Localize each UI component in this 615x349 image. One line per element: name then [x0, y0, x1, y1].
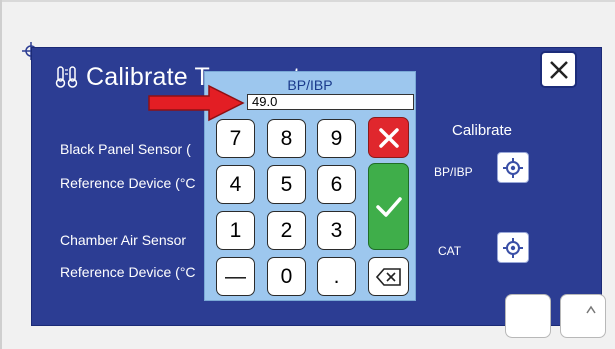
thermometer-icon	[55, 66, 78, 88]
frame-edge-left	[0, 0, 2, 349]
key-2[interactable]: 2	[267, 211, 306, 250]
crosshair-target-icon	[503, 157, 523, 178]
key-5[interactable]: 5	[267, 165, 306, 204]
frame-edge-top	[0, 0, 615, 2]
keypad-cancel-button[interactable]	[368, 117, 409, 158]
key-3[interactable]: 3	[317, 211, 356, 250]
key-1[interactable]: 1	[216, 211, 255, 250]
key-9[interactable]: 9	[317, 119, 356, 158]
key-7[interactable]: 7	[216, 119, 255, 158]
calibrate-cat-button[interactable]	[497, 232, 529, 263]
key-6[interactable]: 6	[317, 165, 356, 204]
checkmark-icon	[375, 196, 402, 217]
calibrate-cat-label: CAT	[438, 244, 462, 258]
key-0[interactable]: 0	[267, 257, 306, 296]
crosshair-target-icon	[503, 237, 523, 258]
close-button[interactable]	[540, 51, 577, 88]
key-minus[interactable]: —	[216, 257, 255, 296]
calibrate-bp-label: BP/IBP	[434, 165, 473, 179]
chevron-up-icon	[586, 305, 596, 314]
bottom-corner-button-right[interactable]	[560, 294, 606, 338]
black-panel-reference-label: Reference Device (°C	[60, 175, 196, 191]
chamber-air-sensor-label: Chamber Air Sensor	[60, 232, 187, 248]
key-8[interactable]: 8	[267, 119, 306, 158]
calibrate-bp-button[interactable]	[497, 152, 529, 183]
close-icon	[549, 60, 568, 79]
chamber-reference-label: Reference Device (°C	[60, 264, 196, 280]
key-decimal[interactable]: .	[317, 257, 356, 296]
keypad-backspace-button[interactable]	[368, 257, 409, 296]
key-4[interactable]: 4	[216, 165, 255, 204]
black-panel-sensor-label: Black Panel Sensor (	[60, 141, 191, 157]
calibrate-header: Calibrate	[452, 122, 513, 139]
x-cancel-icon	[378, 127, 399, 148]
backspace-icon	[375, 267, 401, 286]
annotation-arrow-icon	[148, 84, 245, 122]
bottom-corner-button-left[interactable]	[505, 294, 551, 338]
keypad-entry-field[interactable]: 49.0	[247, 94, 414, 110]
keypad-confirm-button[interactable]	[368, 163, 409, 250]
